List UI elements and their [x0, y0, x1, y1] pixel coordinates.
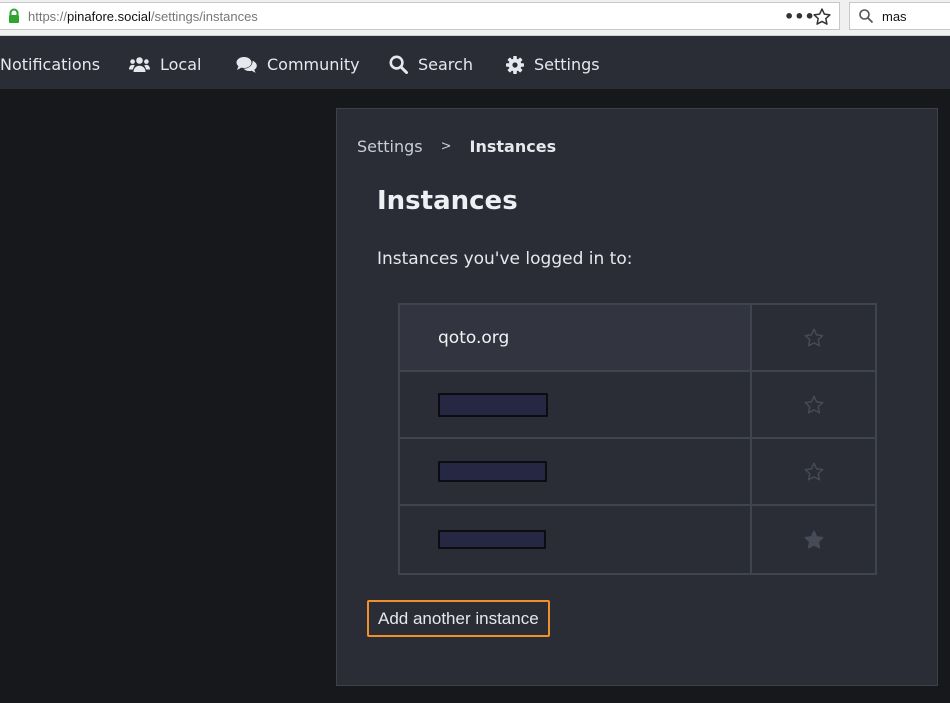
redacted-instance-name	[438, 530, 546, 549]
browser-search-input[interactable]: mas	[849, 2, 950, 30]
nav-community[interactable]: Community	[236, 38, 360, 91]
instance-star-button[interactable]	[752, 305, 875, 370]
instance-link[interactable]	[400, 372, 752, 437]
breadcrumb-separator: >	[440, 139, 452, 154]
nav-label: Notifications	[0, 55, 101, 74]
instance-link[interactable]	[400, 439, 752, 504]
breadcrumb-settings-link[interactable]: Settings	[357, 137, 423, 156]
search-icon	[389, 55, 408, 74]
settings-panel: Settings > Instances Instances Instances…	[336, 108, 938, 686]
users-icon	[129, 56, 150, 72]
star-outline-icon	[804, 462, 823, 481]
nav-label: Search	[418, 55, 473, 74]
redacted-instance-name	[438, 461, 547, 482]
instance-link[interactable]: qoto.org	[400, 305, 752, 370]
main-nav: Notifications Local Community Search Set…	[0, 36, 950, 89]
instance-star-button[interactable]	[752, 439, 875, 504]
page-title: Instances	[377, 186, 518, 216]
star-outline-icon	[804, 395, 823, 414]
page-actions-menu-icon[interactable]: •••	[784, 7, 815, 26]
instance-row	[400, 439, 875, 506]
instance-star-button[interactable]	[752, 372, 875, 437]
redacted-instance-name	[438, 392, 548, 417]
gear-icon	[506, 55, 524, 74]
instance-link[interactable]	[400, 506, 752, 573]
breadcrumb: Settings > Instances	[357, 137, 556, 156]
nav-label: Settings	[534, 55, 600, 74]
star-filled-icon	[804, 530, 823, 549]
url-text[interactable]: https://pinafore.social/settings/instanc…	[28, 9, 258, 24]
instance-row	[400, 372, 875, 439]
url-bar[interactable]: https://pinafore.social/settings/instanc…	[0, 2, 840, 30]
bookmark-star-icon[interactable]	[812, 7, 832, 27]
instance-row: qoto.org	[400, 305, 875, 372]
add-instance-button[interactable]: Add another instance	[367, 600, 550, 637]
search-icon	[859, 9, 874, 24]
instance-row	[400, 506, 875, 573]
browser-toolbar: https://pinafore.social/settings/instanc…	[0, 0, 950, 36]
breadcrumb-current: Instances	[469, 137, 557, 156]
instance-list: qoto.org	[398, 303, 877, 575]
instances-subtitle: Instances you've logged in to:	[377, 249, 633, 269]
nav-search[interactable]: Search	[389, 38, 473, 91]
instance-name: qoto.org	[438, 327, 510, 348]
nav-local[interactable]: Local	[129, 38, 201, 91]
nav-settings[interactable]: Settings	[506, 38, 600, 91]
lock-icon	[9, 8, 19, 23]
browser-search-value: mas	[882, 9, 907, 24]
star-outline-icon	[804, 328, 823, 347]
instance-star-button[interactable]	[752, 506, 875, 573]
comments-icon	[236, 56, 257, 73]
nav-label: Community	[267, 55, 360, 74]
nav-notifications[interactable]: Notifications	[0, 38, 100, 91]
nav-label: Local	[160, 55, 202, 74]
